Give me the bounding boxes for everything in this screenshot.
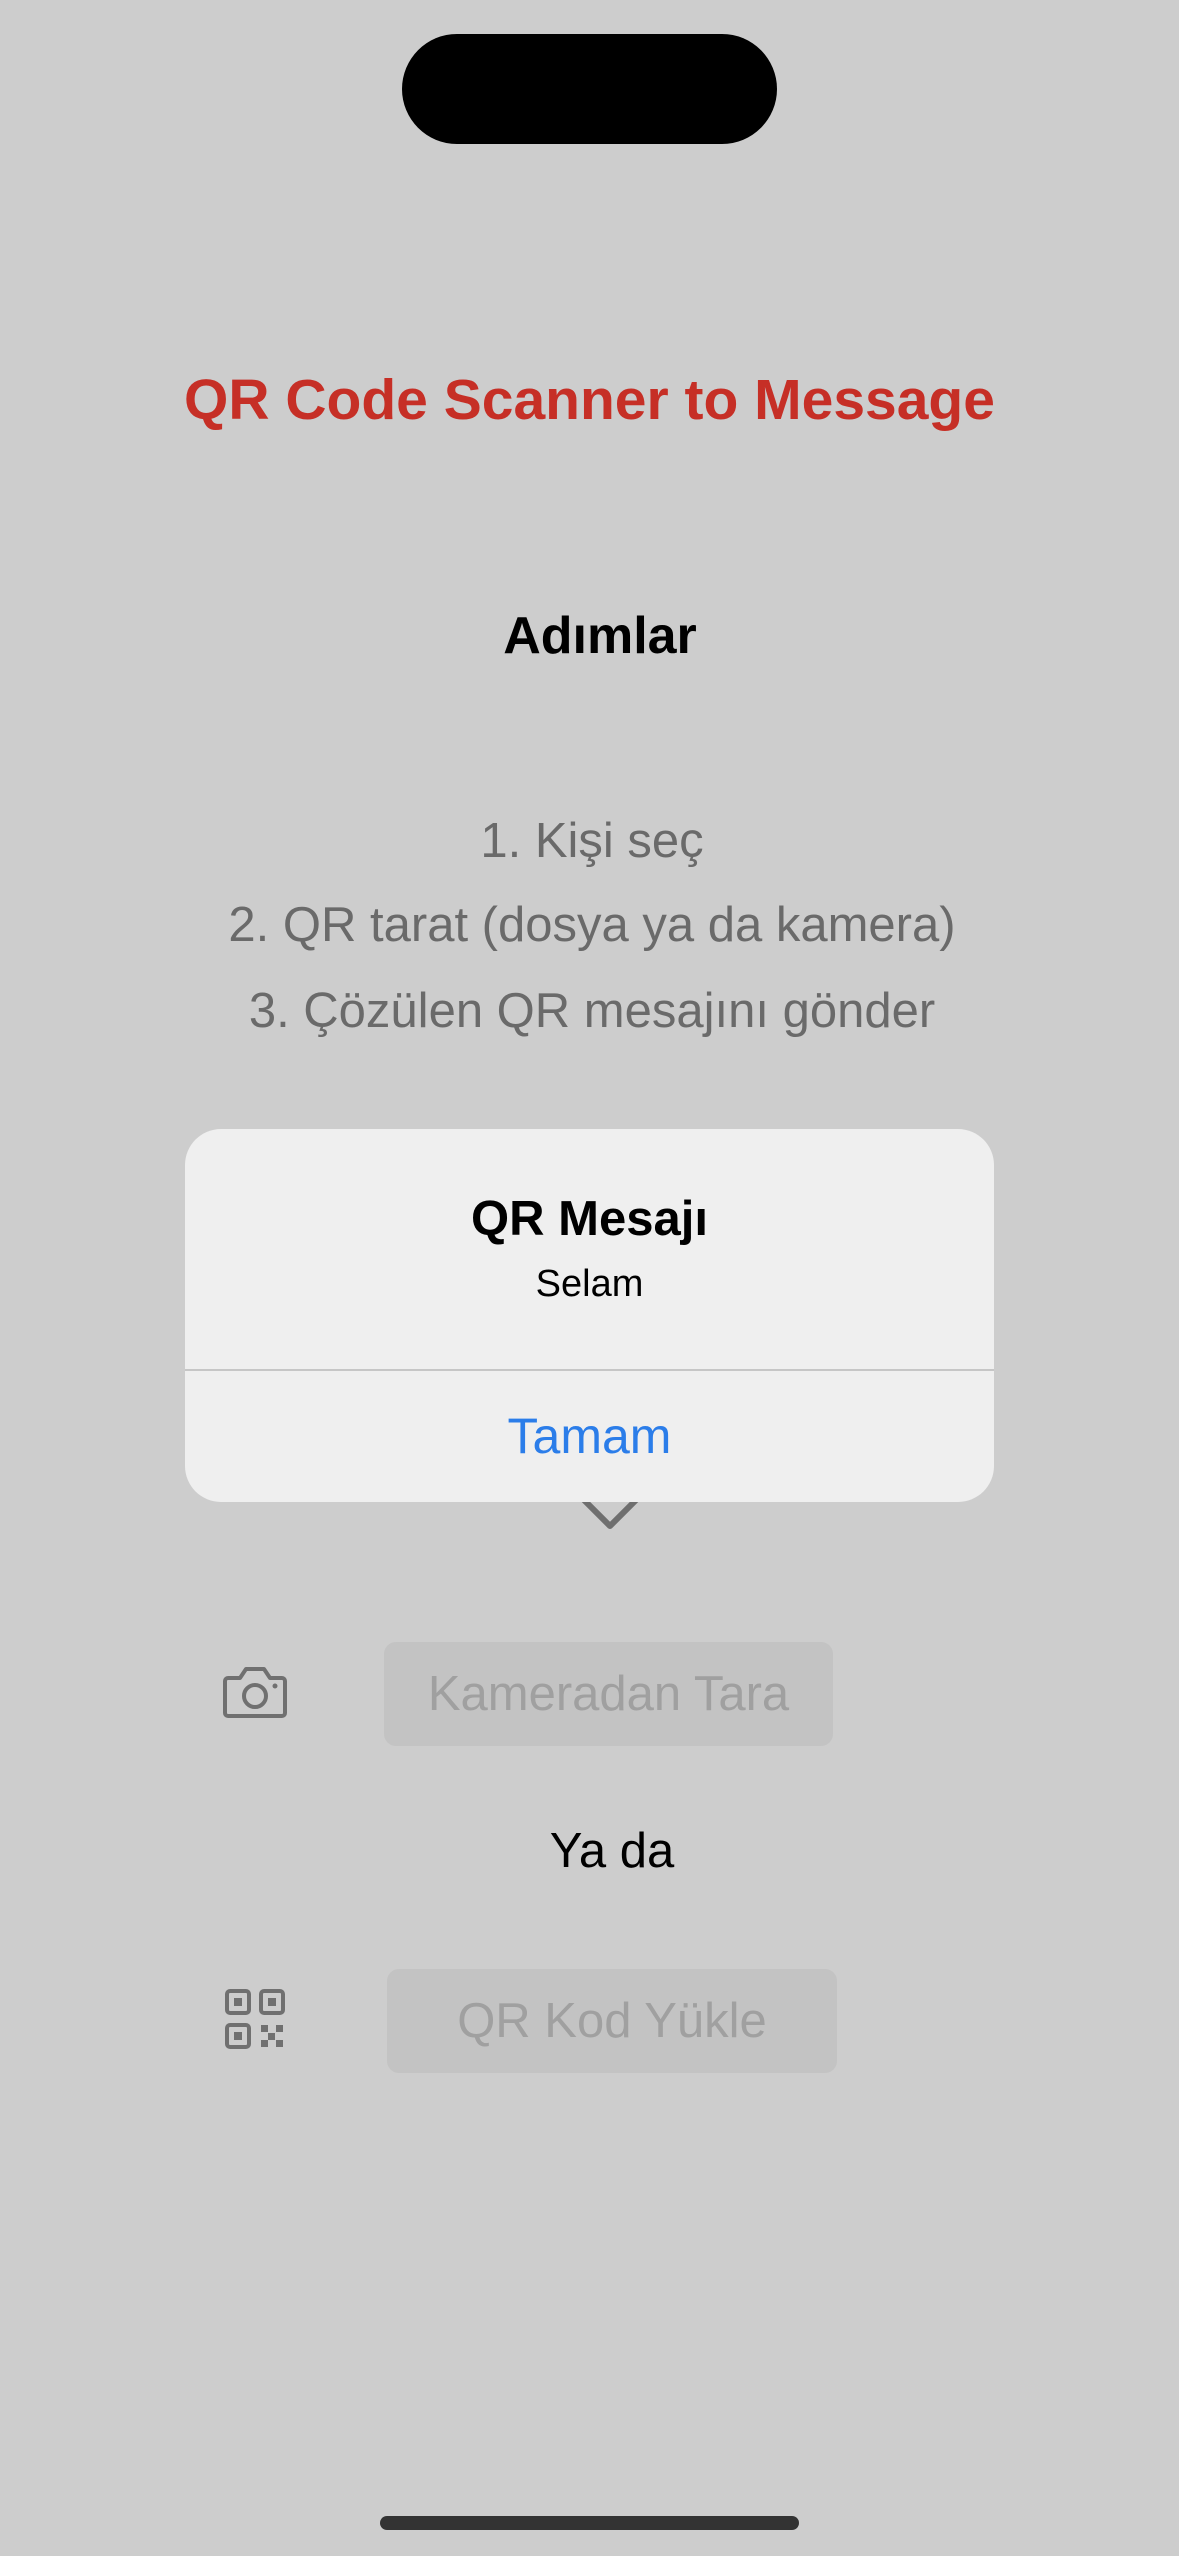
alert-title: QR Mesajı <box>471 1192 708 1246</box>
alert-message: Selam <box>535 1263 644 1305</box>
scan-camera-button[interactable]: Kameradan Tara <box>384 1642 833 1746</box>
step-3: 3. Çözülen QR mesajını gönder <box>248 984 936 1038</box>
step-1: 1. Kişi seç <box>480 814 704 868</box>
app-title: QR Code Scanner to Message <box>184 368 995 432</box>
steps-heading: Adımlar <box>503 607 697 665</box>
camera-icon <box>223 1667 287 1718</box>
home-indicator[interactable] <box>380 2516 799 2530</box>
qr-code-icon <box>225 1989 285 2049</box>
step-2: 2. QR tarat (dosya ya da kamera) <box>228 898 956 952</box>
upload-qr-button[interactable]: QR Kod Yükle <box>387 1969 837 2073</box>
dynamic-island <box>402 34 777 144</box>
alert-dialog: QR Mesajı Selam Tamam <box>185 1129 994 1502</box>
or-separator: Ya da <box>549 1824 675 1878</box>
alert-ok-button[interactable]: Tamam <box>185 1371 994 1502</box>
